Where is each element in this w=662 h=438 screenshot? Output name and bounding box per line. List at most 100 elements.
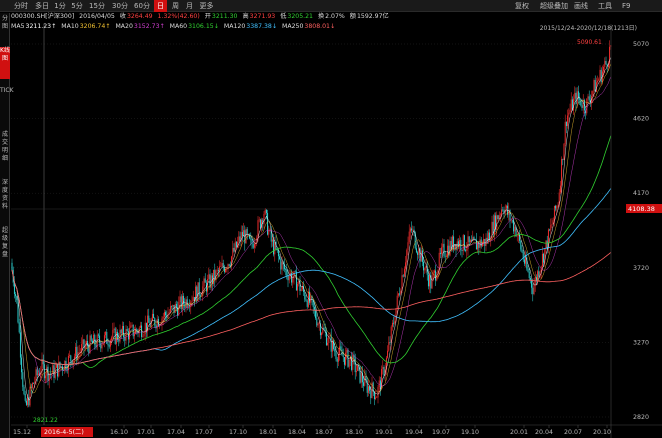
candle-body: [321, 333, 323, 336]
candle-body: [403, 268, 405, 277]
candle-body: [438, 252, 440, 271]
candle-body: [148, 315, 150, 323]
x-tick-label: 19.07: [432, 429, 450, 436]
x-tick-label: 19.10: [461, 429, 479, 436]
sidebar-item-deep-data[interactable]: 深度资料: [0, 179, 10, 223]
high-value: 3271.93: [249, 13, 276, 20]
candle-body: [520, 240, 522, 250]
candle-body: [594, 79, 596, 92]
candle-body: [587, 96, 589, 99]
candle-body: [19, 332, 21, 358]
sidebar-item-tick[interactable]: TICK: [0, 87, 14, 127]
tab-daily[interactable]: 日: [154, 0, 167, 12]
tab-more[interactable]: 更多: [198, 0, 215, 12]
candle-body: [97, 334, 99, 336]
candle-body: [216, 270, 218, 271]
candle-body: [528, 271, 530, 278]
candle-body: [130, 325, 132, 328]
candle-body: [523, 259, 525, 264]
tab-duori[interactable]: 多日: [33, 0, 51, 12]
candle-body: [209, 274, 211, 288]
y-tick-label: 4170: [633, 190, 649, 197]
candle-body: [396, 295, 398, 309]
candle-body: [557, 205, 559, 207]
candle-body: [153, 313, 155, 319]
candle-body: [169, 306, 171, 313]
tab-30min[interactable]: 30分: [111, 0, 129, 12]
tab-15min[interactable]: 15分: [88, 0, 106, 12]
x-tick-label: 20.10: [593, 429, 611, 436]
candle-body: [286, 269, 288, 276]
tab-60min[interactable]: 60分: [133, 0, 151, 12]
tab-1min[interactable]: 1分: [53, 0, 67, 12]
x-tick-label: 17.10: [229, 429, 247, 436]
tools-button[interactable]: 工具: [598, 0, 612, 12]
sidebar-item-fentu[interactable]: 分图: [0, 15, 10, 39]
tab-5min[interactable]: 5分: [70, 0, 84, 12]
candle-body: [145, 322, 147, 332]
low-label: 低: [280, 13, 287, 20]
restore-rights-button[interactable]: 复权: [515, 0, 529, 12]
candle-body: [604, 61, 606, 67]
candle-body: [207, 279, 209, 292]
candle-body: [143, 334, 145, 337]
period-toolbar: 分时 多日 1分 5分 15分 30分 60分 日 周 月 更多 复权 超级叠加…: [0, 0, 662, 12]
candle-body: [246, 229, 248, 235]
candle-body: [533, 285, 535, 295]
candle-body: [253, 243, 255, 248]
candle-body: [168, 312, 170, 314]
candle-body: [409, 228, 411, 232]
candle-body: [154, 318, 156, 326]
candle-body: [390, 326, 392, 343]
candle-body: [100, 342, 102, 349]
cursor-date-tag: 2016-4-5(二): [44, 429, 84, 436]
candle-body: [527, 268, 529, 272]
super-overlay-button[interactable]: 超级叠加: [540, 0, 568, 12]
candle-body: [162, 316, 164, 319]
min-price-label: 2821.22: [33, 417, 58, 424]
candle-body: [238, 236, 240, 242]
candle-body: [281, 261, 283, 270]
ma60-line: [11, 135, 612, 368]
candle-body: [580, 99, 582, 106]
tab-weekly[interactable]: 周: [170, 0, 181, 12]
ma120-line: [11, 188, 612, 366]
candle-body: [491, 221, 493, 240]
candle-body: [258, 219, 260, 221]
tab-fenshi[interactable]: 分时: [10, 0, 32, 12]
candle-body: [406, 250, 408, 263]
candle-body: [598, 79, 600, 81]
candle-body: [341, 349, 343, 356]
kline-chart[interactable]: 5070 4620 4170 3720 3270 2820 15.12 16.10 17.01 1…: [11, 24, 662, 438]
candle-body: [564, 121, 566, 144]
candle-body: [22, 372, 24, 387]
candle-body: [287, 275, 289, 281]
f9-button[interactable]: F9: [622, 0, 630, 12]
candle-body: [394, 321, 396, 324]
sidebar-item-detail[interactable]: 成交明细: [0, 131, 10, 179]
draw-line-button[interactable]: 画线: [574, 0, 588, 12]
sidebar-item-kline[interactable]: K线图: [0, 47, 10, 79]
candle-body: [87, 341, 89, 347]
tab-monthly[interactable]: 月: [184, 0, 195, 12]
candle-body: [351, 356, 353, 370]
candle-body: [444, 256, 446, 257]
candle-body: [393, 322, 395, 324]
sidebar-item-replay[interactable]: 超级复盘: [0, 227, 10, 275]
candle-body: [567, 115, 569, 127]
candle-body: [330, 335, 332, 352]
candle-body: [551, 224, 553, 225]
y-tick-label: 3720: [633, 265, 649, 272]
candle-body: [553, 205, 555, 221]
candle-body: [53, 365, 55, 378]
candle-body: [468, 236, 470, 243]
candle-body: [442, 243, 444, 248]
candle-body: [363, 382, 365, 386]
x-tick-label: 18.04: [288, 429, 306, 436]
candle-body: [600, 69, 602, 83]
candle-body: [343, 357, 345, 365]
candle-body: [65, 360, 67, 370]
candle-body: [191, 300, 193, 302]
candle-body: [348, 359, 350, 367]
kline-chart-svg[interactable]: 5070 4620 4170 3720 3270 2820 15.12 16.10 17.01 1…: [11, 24, 662, 438]
